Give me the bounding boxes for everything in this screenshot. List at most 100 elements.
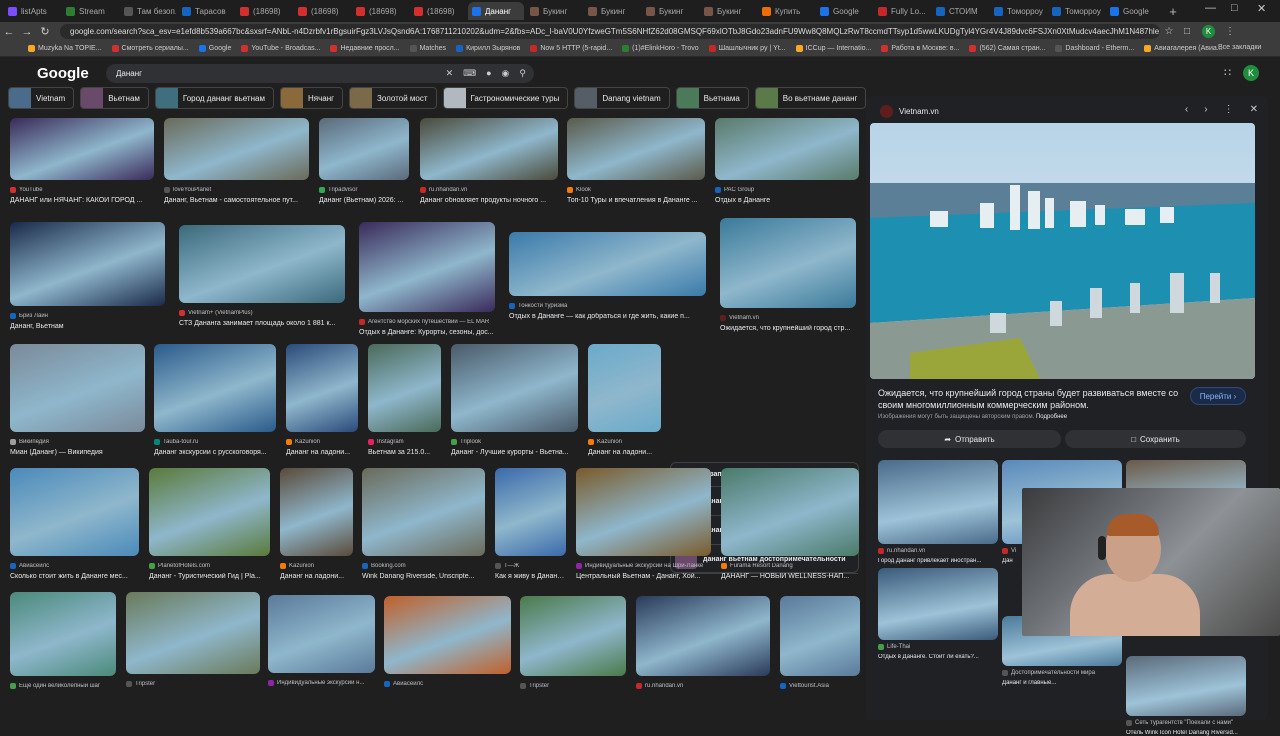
result-source[interactable]: Furama Resort Danang (721, 563, 859, 569)
result-thumbnail[interactable] (567, 118, 705, 180)
browser-tab[interactable]: Букинг (642, 2, 698, 20)
related-image-source[interactable]: Life-Thai (878, 644, 910, 650)
bookmark-item[interactable]: (1)#ElinkHoro - Trovo (622, 45, 699, 52)
visit-button[interactable]: Перейти › (1190, 387, 1246, 405)
result-thumbnail[interactable] (164, 118, 309, 180)
result-caption[interactable]: Вьетнам за 215.0... (368, 449, 441, 456)
result-source[interactable]: T—Ж (495, 563, 566, 569)
bookmark-item[interactable]: Muzyka Na TOPIE... (28, 45, 102, 52)
result-thumbnail[interactable] (509, 232, 706, 296)
bookmark-item[interactable]: ICCup — Internatio... (795, 45, 871, 52)
bookmark-item[interactable]: YouTube - Broadcas... (241, 45, 320, 52)
browser-tab[interactable]: Там безоп... (120, 2, 176, 20)
browser-tab[interactable]: Купить (758, 2, 814, 20)
result-source[interactable]: Triplook (451, 439, 578, 445)
result-source[interactable]: ru.nhandan.vn (636, 683, 770, 689)
search-chip[interactable]: Вьетнам (80, 87, 149, 109)
more-link[interactable]: Подробнее (1036, 414, 1067, 420)
result-caption[interactable]: Отдых в Дананге — как добраться и где жи… (509, 313, 706, 320)
bookmark-item[interactable]: Кирилл Зырянов (456, 45, 520, 52)
result-thumbnail[interactable] (362, 468, 485, 556)
result-caption[interactable]: Дананг - Лучшие курорты - Вьетна... (451, 449, 578, 456)
bookmark-item[interactable]: Авиагалерея (Авиа... (1144, 45, 1223, 52)
result-source[interactable]: Википедия (10, 439, 145, 445)
extensions-icon[interactable]: □ (1178, 26, 1196, 37)
result-source[interactable]: loveYouPlanet (164, 187, 309, 193)
minimize-icon[interactable]: — (1205, 2, 1216, 14)
more-options-icon[interactable]: ⋮ (1224, 104, 1234, 115)
result-thumbnail[interactable] (319, 118, 409, 180)
result-caption[interactable]: Отдых в Дананге: Курорты, сезоны, дос... (359, 329, 495, 336)
related-image-source[interactable]: Vi (1002, 548, 1016, 554)
result-thumbnail[interactable] (10, 118, 154, 180)
related-image-source[interactable]: ru.nhandan.vn (878, 548, 925, 554)
browser-tab[interactable]: (18698) (236, 2, 292, 20)
browser-tab[interactable]: (18698) (410, 2, 466, 20)
result-source[interactable]: Klook (567, 187, 705, 193)
result-thumbnail[interactable] (715, 118, 859, 180)
next-icon[interactable]: › (1204, 104, 1207, 115)
search-chip[interactable]: Город дананг вьетнам (154, 87, 274, 109)
forward-icon[interactable]: → (18, 26, 36, 38)
search-chip[interactable]: Danang vietnam (574, 87, 670, 109)
browser-tab[interactable]: Томорроу (990, 2, 1046, 20)
result-thumbnail[interactable] (588, 344, 661, 432)
result-source[interactable]: Авиасейлс (384, 681, 511, 687)
browser-tab[interactable]: Томорроу (1048, 2, 1104, 20)
related-image[interactable] (878, 460, 998, 544)
browser-tab[interactable]: Тарасов (178, 2, 234, 20)
result-thumbnail[interactable] (149, 468, 270, 556)
result-thumbnail[interactable] (280, 468, 353, 556)
browser-tab[interactable]: Букинг (700, 2, 756, 20)
result-caption[interactable]: Сколько стоит жить в Дананге мес... (10, 573, 139, 580)
preview-title[interactable]: Ожидается, что крупнейший город страны б… (878, 387, 1183, 411)
bookmark-item[interactable]: Now 5 HTTP (5-rapid... (530, 45, 612, 52)
result-source[interactable]: YouTube (10, 187, 154, 193)
search-chip[interactable]: Vietnam (8, 87, 75, 109)
search-chip[interactable]: Во вьетнаме дананг (754, 87, 867, 109)
back-icon[interactable]: ← (0, 26, 18, 38)
search-input[interactable]: Дананг (116, 69, 142, 78)
browser-tab[interactable]: Google (816, 2, 872, 20)
related-image-caption[interactable]: Отдых в Дананге. Стоит ли ехать?... (878, 654, 998, 660)
result-caption[interactable]: Как я живу в Дананге ... (495, 573, 566, 580)
bookmark-item[interactable]: Недавние просл... (330, 45, 400, 52)
result-thumbnail[interactable] (520, 596, 626, 676)
url-field[interactable]: google.com/search?sca_esv=e1efd8b539a667… (60, 24, 1160, 39)
related-image-source[interactable]: Достопримечательности мира (1002, 670, 1095, 676)
browser-tab[interactable]: Stream (62, 2, 118, 20)
preview-image[interactable] (870, 123, 1255, 379)
preview-source[interactable]: Vietnam.vn (880, 105, 939, 118)
result-source[interactable]: ru.nhandan.vn (420, 187, 558, 193)
result-thumbnail[interactable] (368, 344, 441, 432)
keyboard-icon[interactable]: ⌨ (463, 68, 476, 79)
maximize-icon[interactable]: □ (1231, 2, 1238, 14)
bookmark-item[interactable]: Смотреть сериалы... (111, 45, 189, 52)
browser-tab[interactable]: Букинг (584, 2, 640, 20)
bookmark-item[interactable]: Шашлычник ру | Yt... (708, 45, 786, 52)
result-thumbnail[interactable] (268, 595, 375, 673)
browser-tab[interactable]: Google (1106, 2, 1162, 20)
browser-tab[interactable]: listApts (4, 2, 60, 20)
google-logo[interactable]: Google (37, 65, 89, 82)
bookmark-item[interactable]: (562) Самая стран... (969, 45, 1045, 52)
result-thumbnail[interactable] (286, 344, 358, 432)
google-avatar[interactable]: K (1243, 65, 1259, 81)
result-thumbnail[interactable] (495, 468, 566, 556)
new-tab-icon[interactable]: + (1164, 4, 1182, 19)
result-source[interactable]: Бриз Лайн (10, 313, 165, 319)
result-caption[interactable]: Миан (Дананг) — Википедия (10, 449, 145, 456)
result-source[interactable]: PAC Group (715, 187, 859, 193)
share-button[interactable]: ➦ Отправить (878, 430, 1061, 448)
result-caption[interactable]: Дананг на ладони... (286, 449, 358, 456)
result-thumbnail[interactable] (10, 468, 139, 556)
result-thumbnail[interactable] (10, 344, 145, 432)
related-image-caption[interactable]: Город Дананг привлекает иностран... (878, 558, 998, 564)
related-image-caption[interactable]: Дананг и главные... (1002, 680, 1122, 686)
bookmark-item[interactable]: Google (198, 45, 231, 52)
result-caption[interactable]: СТЗ Дананга занимает площадь около 1 881… (179, 320, 345, 327)
result-source[interactable]: Tauba-tour.ru (154, 439, 276, 445)
result-thumbnail[interactable] (780, 596, 860, 676)
bookmark-item[interactable]: Matches (409, 45, 446, 52)
result-caption[interactable]: Дананг (Вьетнам) 2026: ... (319, 197, 409, 204)
